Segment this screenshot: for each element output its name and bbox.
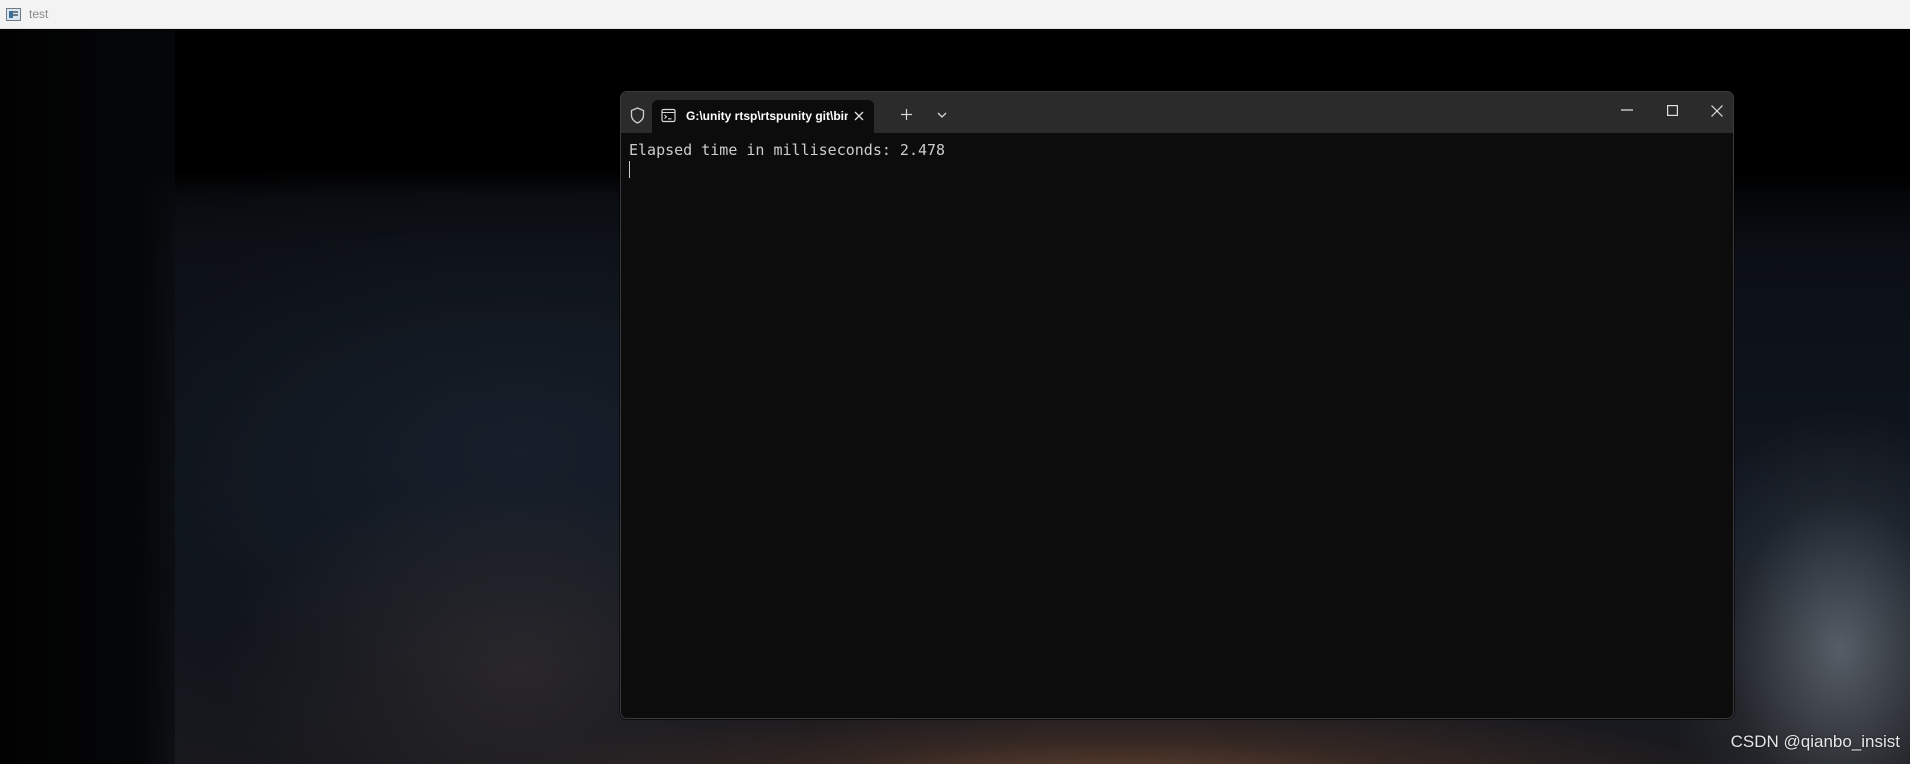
- terminal-window[interactable]: G:\unity rtsp\rtspunity git\bin Elapsed …: [620, 91, 1734, 719]
- tab-title: G:\unity rtsp\rtspunity git\bin: [686, 109, 848, 123]
- app-title: test: [29, 7, 49, 21]
- terminal-output[interactable]: Elapsed time in milliseconds: 2.478: [621, 133, 1733, 718]
- console-icon: [661, 108, 676, 123]
- output-line: Elapsed time in milliseconds: 2.478: [629, 141, 946, 159]
- minimize-icon[interactable]: [1621, 109, 1633, 111]
- terminal-tab[interactable]: G:\unity rtsp\rtspunity git\bin: [652, 100, 874, 133]
- video-left-region: [0, 29, 175, 764]
- maximize-icon[interactable]: [1667, 105, 1678, 116]
- text-cursor: [629, 161, 630, 178]
- plus-icon[interactable]: [900, 108, 913, 121]
- chevron-down-icon[interactable]: [937, 111, 947, 119]
- terminal-tab-bar: G:\unity rtsp\rtspunity git\bin: [621, 92, 1733, 133]
- app-title-bar: test: [0, 0, 1910, 29]
- app-window-icon: [6, 7, 21, 21]
- close-icon[interactable]: [1711, 105, 1723, 117]
- prompt-line: [629, 160, 1725, 183]
- shield-icon[interactable]: [630, 107, 645, 124]
- watermark: CSDN @qianbo_insist: [1730, 732, 1900, 751]
- tab-close-icon[interactable]: [852, 109, 866, 123]
